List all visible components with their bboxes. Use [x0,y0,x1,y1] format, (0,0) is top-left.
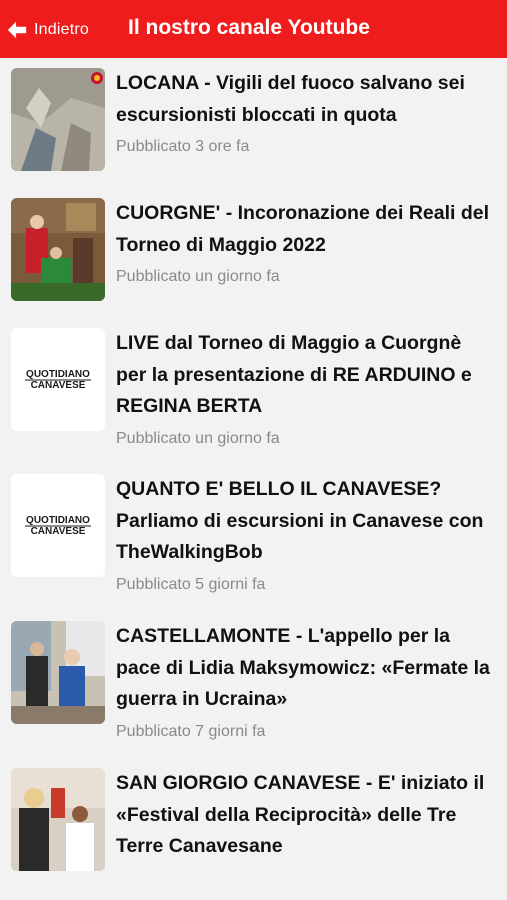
rescue-photo-thumbnail [11,68,105,171]
back-label: Indietro [34,21,89,38]
publish-time: Pubblicato 5 giorni fa [116,575,266,593]
video-thumbnail[interactable] [11,621,105,724]
arrow-left-icon [7,21,27,39]
festival-photo-thumbnail [11,768,105,871]
back-button[interactable]: Indietro [6,16,89,44]
video-title: LIVE dal Torneo di Maggio a Cuorgnè per … [116,332,472,417]
video-title: CUORGNE' - Incoronazione dei Reali del T… [116,202,490,256]
video-thumbnail[interactable]: QUOTIDIANO CANAVESE [11,328,105,431]
video-title: QUANTO E' BELLO IL CANAVESE? Parliamo di… [116,478,484,563]
publish-time: Pubblicato un giorno fa [116,268,280,285]
page-title: Il nostro canale Youtube [128,16,370,39]
ceremony-photo-thumbnail [11,198,105,301]
video-thumbnail[interactable] [11,198,105,301]
quotidiano-canavese-logo: QUOTIDIANO CANAVESE [11,474,105,577]
publish-time: Pubblicato 7 giorni fa [116,722,266,740]
logo-text-line2: CANAVESE [31,380,86,391]
logo-text-line2: CANAVESE [31,526,86,537]
publish-time: Pubblicato 3 ore fa [116,138,250,155]
video-thumbnail[interactable] [11,768,105,871]
video-title: LOCANA - Vigili del fuoco salvano sei es… [116,72,465,126]
video-thumbnail[interactable]: QUOTIDIANO CANAVESE [11,474,105,577]
top-nav-bar: Indietro Il nostro canale Youtube [0,0,507,58]
quotidiano-canavese-logo: QUOTIDIANO CANAVESE [11,328,105,431]
video-title: SAN GIORGIO CANAVESE - E' iniziato il «F… [116,772,485,857]
people-photo-thumbnail [11,621,105,724]
logo-text-line1: QUOTIDIANO [26,369,90,380]
video-title: CASTELLAMONTE - L'appello per la pace di… [116,625,490,710]
logo-text-line1: QUOTIDIANO [26,515,90,526]
publish-time: Pubblicato un giorno fa [116,429,280,447]
video-thumbnail[interactable] [11,68,105,171]
